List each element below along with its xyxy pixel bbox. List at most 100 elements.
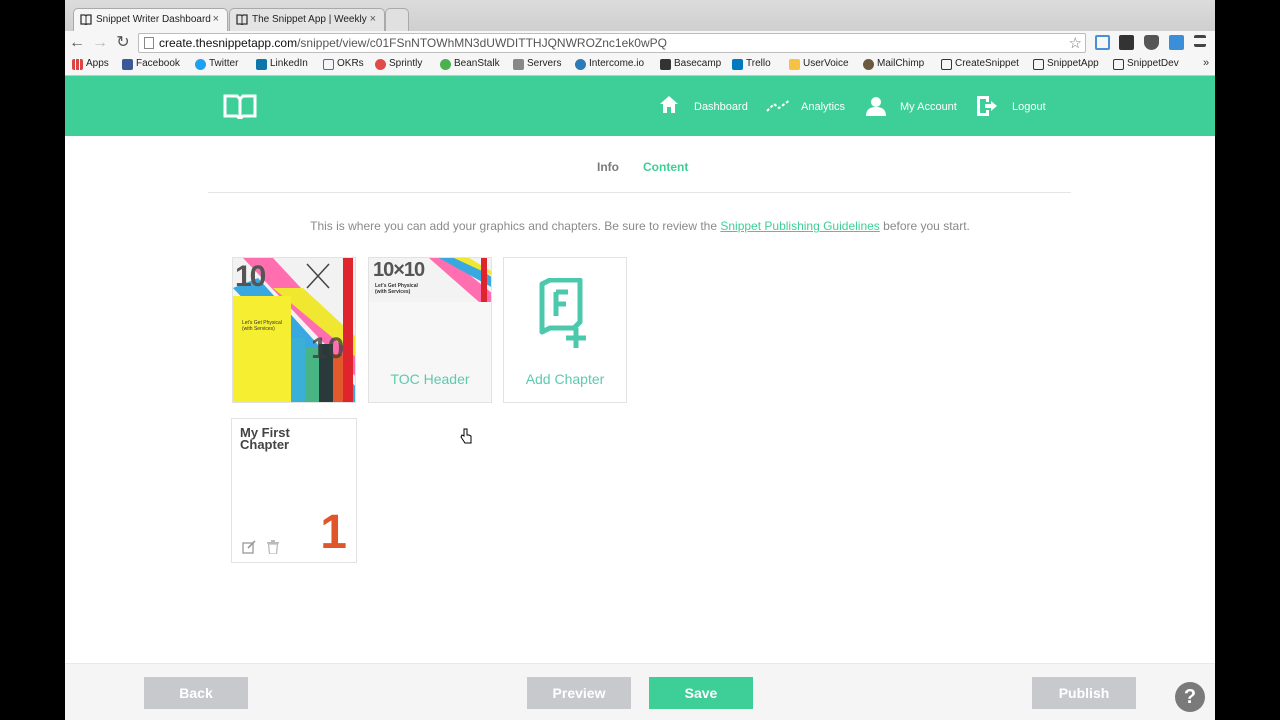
- bookmark-uservoice[interactable]: UserVoice: [789, 58, 849, 70]
- toc-thumb-sub-line2: (with Services): [375, 289, 411, 295]
- cast-icon[interactable]: [1095, 35, 1110, 50]
- cover-card[interactable]: 10 10 Let's Get Physical (with Services): [232, 257, 356, 403]
- tab-info[interactable]: Info: [597, 160, 619, 174]
- chapter-card[interactable]: My First Chapter 1: [231, 418, 357, 563]
- chart-icon: [766, 99, 791, 112]
- bookmark-okrs[interactable]: OKRs: [323, 58, 364, 70]
- content-subtabs: Info Content: [65, 160, 1215, 180]
- bookmark-sprintly[interactable]: Sprintly: [375, 58, 422, 70]
- nav-my-account-label: My Account: [900, 101, 957, 113]
- url-path: /snippet/view/c01FSnNTOWhMN3dUWDITTHJQNW…: [297, 36, 667, 50]
- home-icon: [660, 96, 678, 113]
- hand-cursor-icon: [460, 428, 472, 444]
- add-chapter-label: Add Chapter: [525, 371, 605, 387]
- facebook-icon: [122, 59, 133, 70]
- basecamp-icon: [660, 59, 671, 70]
- preview-button[interactable]: Preview: [527, 677, 631, 709]
- close-icon[interactable]: ×: [370, 13, 376, 25]
- user-icon: [866, 97, 886, 116]
- book-icon: [941, 59, 952, 70]
- nav-dashboard[interactable]: Dashboard: [660, 76, 750, 136]
- book-logo-icon[interactable]: [223, 93, 257, 119]
- beanstalk-icon: [440, 59, 451, 70]
- chapter-number: 1: [320, 506, 347, 559]
- back-arrow-icon[interactable]: ←: [68, 34, 86, 52]
- bookmark-mailchimp[interactable]: MailChimp: [863, 58, 924, 70]
- sprintly-icon: [375, 59, 386, 70]
- linkedin-icon: [256, 59, 267, 70]
- reload-icon[interactable]: ↻: [114, 34, 132, 52]
- mailchimp-icon: [863, 59, 874, 70]
- forward-arrow-icon[interactable]: →: [91, 34, 109, 52]
- bookmark-beanstalk[interactable]: BeanStalk: [440, 58, 500, 70]
- bookmark-intercom[interactable]: Intercome.io: [575, 58, 644, 70]
- tab-title: Snippet Writer Dashboard: [96, 14, 211, 25]
- bookmark-twitter[interactable]: Twitter: [195, 58, 238, 70]
- book-icon: [80, 14, 92, 25]
- toc-header-card[interactable]: 10×10 Let's Get Physical (with Services)…: [368, 257, 492, 403]
- publishing-guidelines-link[interactable]: Snippet Publishing Guidelines: [720, 219, 879, 233]
- nav-dashboard-label: Dashboard: [694, 101, 748, 113]
- publish-button[interactable]: Publish: [1032, 677, 1136, 709]
- bookmark-apps[interactable]: Apps: [72, 58, 109, 70]
- bookmark-servers[interactable]: Servers: [513, 58, 561, 70]
- page-icon: [144, 37, 154, 49]
- bookmark-snippetdev[interactable]: SnippetDev: [1113, 58, 1179, 70]
- toc-thumb-heading: 10×10: [373, 259, 425, 281]
- footer-action-bar: Back Preview Save Publish ?: [65, 663, 1215, 720]
- toc-header-label: TOC Header: [390, 371, 470, 387]
- bookmark-basecamp[interactable]: Basecamp: [660, 58, 721, 70]
- menu-icon[interactable]: [1194, 35, 1206, 47]
- bookmark-snippetapp[interactable]: SnippetApp: [1033, 58, 1099, 70]
- cover-heading: 10: [235, 260, 266, 293]
- save-button[interactable]: Save: [649, 677, 753, 709]
- intro-text: This is where you can add your graphics …: [310, 219, 970, 233]
- close-icon[interactable]: ×: [213, 13, 219, 25]
- add-document-icon: [539, 278, 586, 348]
- tab-content[interactable]: Content: [643, 160, 688, 174]
- book-icon: [236, 14, 248, 25]
- browser-window: Snippet Writer Dashboard × The Snippet A…: [65, 0, 1215, 720]
- cover-subtitle-line2: (with Services): [242, 326, 275, 332]
- uservoice-icon: [789, 59, 800, 70]
- tab-bar: Snippet Writer Dashboard × The Snippet A…: [65, 0, 1215, 31]
- chapter-title: My First Chapter: [240, 425, 290, 452]
- intercom-icon: [575, 59, 586, 70]
- okrs-icon: [323, 59, 334, 70]
- servers-icon: [513, 59, 524, 70]
- app-header: Dashboard Analytics My Account Logout: [65, 76, 1215, 136]
- help-icon[interactable]: ?: [1175, 682, 1205, 712]
- tab-title: The Snippet App | Weekly: [252, 14, 367, 25]
- nav-analytics-label: Analytics: [801, 101, 846, 113]
- bookmark-createsnippet[interactable]: CreateSnippet: [941, 58, 1019, 70]
- browser-toolbar: ← → ↻ create.thesnippetapp.com/snippet/v…: [65, 31, 1215, 55]
- twitter-icon: [195, 59, 206, 70]
- nav-logout[interactable]: Logout: [977, 76, 1067, 136]
- buffer-icon[interactable]: [1119, 35, 1134, 50]
- bookmarks-overflow-icon[interactable]: »: [1203, 57, 1209, 69]
- nav-logout-label: Logout: [1012, 101, 1046, 113]
- new-tab-button[interactable]: [385, 8, 409, 31]
- nav-my-account[interactable]: My Account: [866, 76, 966, 136]
- address-bar[interactable]: create.thesnippetapp.com/snippet/view/c0…: [138, 33, 1086, 53]
- edit-icon[interactable]: [242, 540, 256, 554]
- trash-icon[interactable]: [267, 540, 279, 554]
- pocket-icon[interactable]: [1144, 35, 1159, 50]
- url-host: create.thesnippetapp.com: [159, 36, 298, 50]
- svg-text:10: 10: [311, 332, 344, 365]
- nav-analytics[interactable]: Analytics: [766, 76, 856, 136]
- divider: [208, 192, 1071, 193]
- add-chapter-card[interactable]: Add Chapter: [503, 257, 627, 403]
- book-icon: [1113, 59, 1124, 70]
- browser-tab-weekly[interactable]: The Snippet App | Weekly ×: [229, 8, 385, 31]
- bookmark-star-icon[interactable]: ☆: [1069, 34, 1082, 52]
- browser-tab-dashboard[interactable]: Snippet Writer Dashboard ×: [73, 8, 228, 31]
- book-icon: [1033, 59, 1044, 70]
- bookmark-trello[interactable]: Trello: [732, 58, 771, 70]
- bookmarks-bar: Apps Facebook Twitter LinkedIn OKRs Spri…: [65, 55, 1215, 76]
- bookmark-linkedin[interactable]: LinkedIn: [256, 58, 308, 70]
- apps-grid-icon: [72, 59, 83, 70]
- screen-capture-icon[interactable]: [1169, 35, 1184, 50]
- back-button[interactable]: Back: [144, 677, 248, 709]
- bookmark-facebook[interactable]: Facebook: [122, 58, 180, 70]
